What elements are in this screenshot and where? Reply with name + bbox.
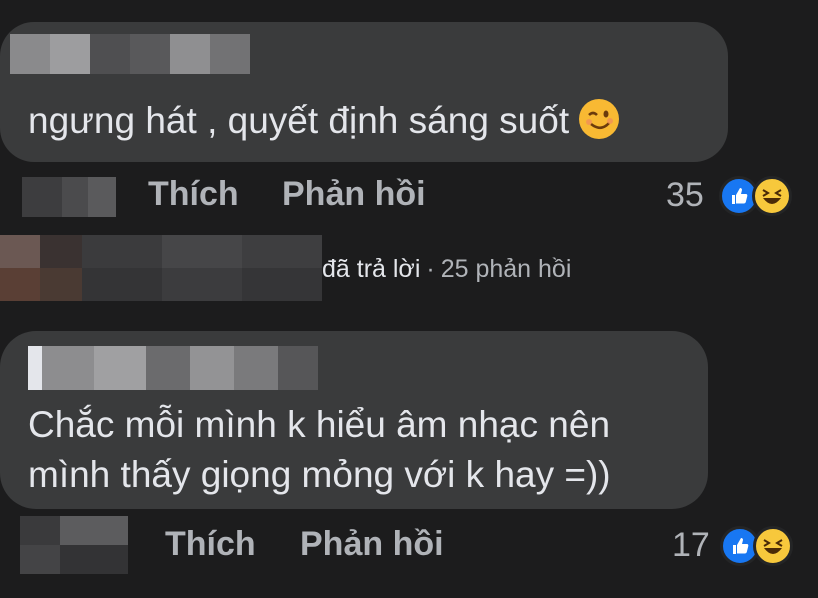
blurred-author-name-2[interactable] xyxy=(28,346,318,390)
comment-text-2-line-2: mình thấy giọng mỏng với k hay =)) xyxy=(28,454,611,495)
blurred-author-name-1[interactable] xyxy=(10,34,250,74)
winking-face-emoji-icon xyxy=(579,99,620,140)
like-button-1[interactable]: Thích xyxy=(148,175,239,214)
comment-text-1: ngưng hát , quyết định sáng suốt xyxy=(28,94,620,148)
reply-button-2[interactable]: Phản hồi xyxy=(300,525,444,564)
reaction-count-2[interactable]: 17 xyxy=(672,526,710,565)
replied-text: đã trả lời xyxy=(322,255,421,283)
reply-button-1[interactable]: Phản hồi xyxy=(282,175,426,214)
blurred-avatar-small-1 xyxy=(22,177,116,217)
comment-text-2-line-1: Chắc mỗi mình k hiểu âm nhạc nên xyxy=(28,404,611,445)
haha-icon[interactable] xyxy=(753,526,793,566)
reply-summary[interactable]: đã trả lời · 25 phản hồi xyxy=(322,255,571,284)
blurred-replier-avatar[interactable] xyxy=(0,235,82,301)
blurred-avatar-small-2 xyxy=(20,516,128,574)
blurred-replier-name[interactable] xyxy=(82,235,322,301)
haha-icon[interactable] xyxy=(752,176,792,216)
like-button-2[interactable]: Thích xyxy=(165,525,256,564)
replies-count-text[interactable]: 25 phản hồi xyxy=(441,255,572,283)
separator-dot: · xyxy=(426,255,435,283)
comment-text-1-body: ngưng hát , quyết định sáng suốt xyxy=(28,100,570,141)
reaction-count-1[interactable]: 35 xyxy=(666,176,704,215)
